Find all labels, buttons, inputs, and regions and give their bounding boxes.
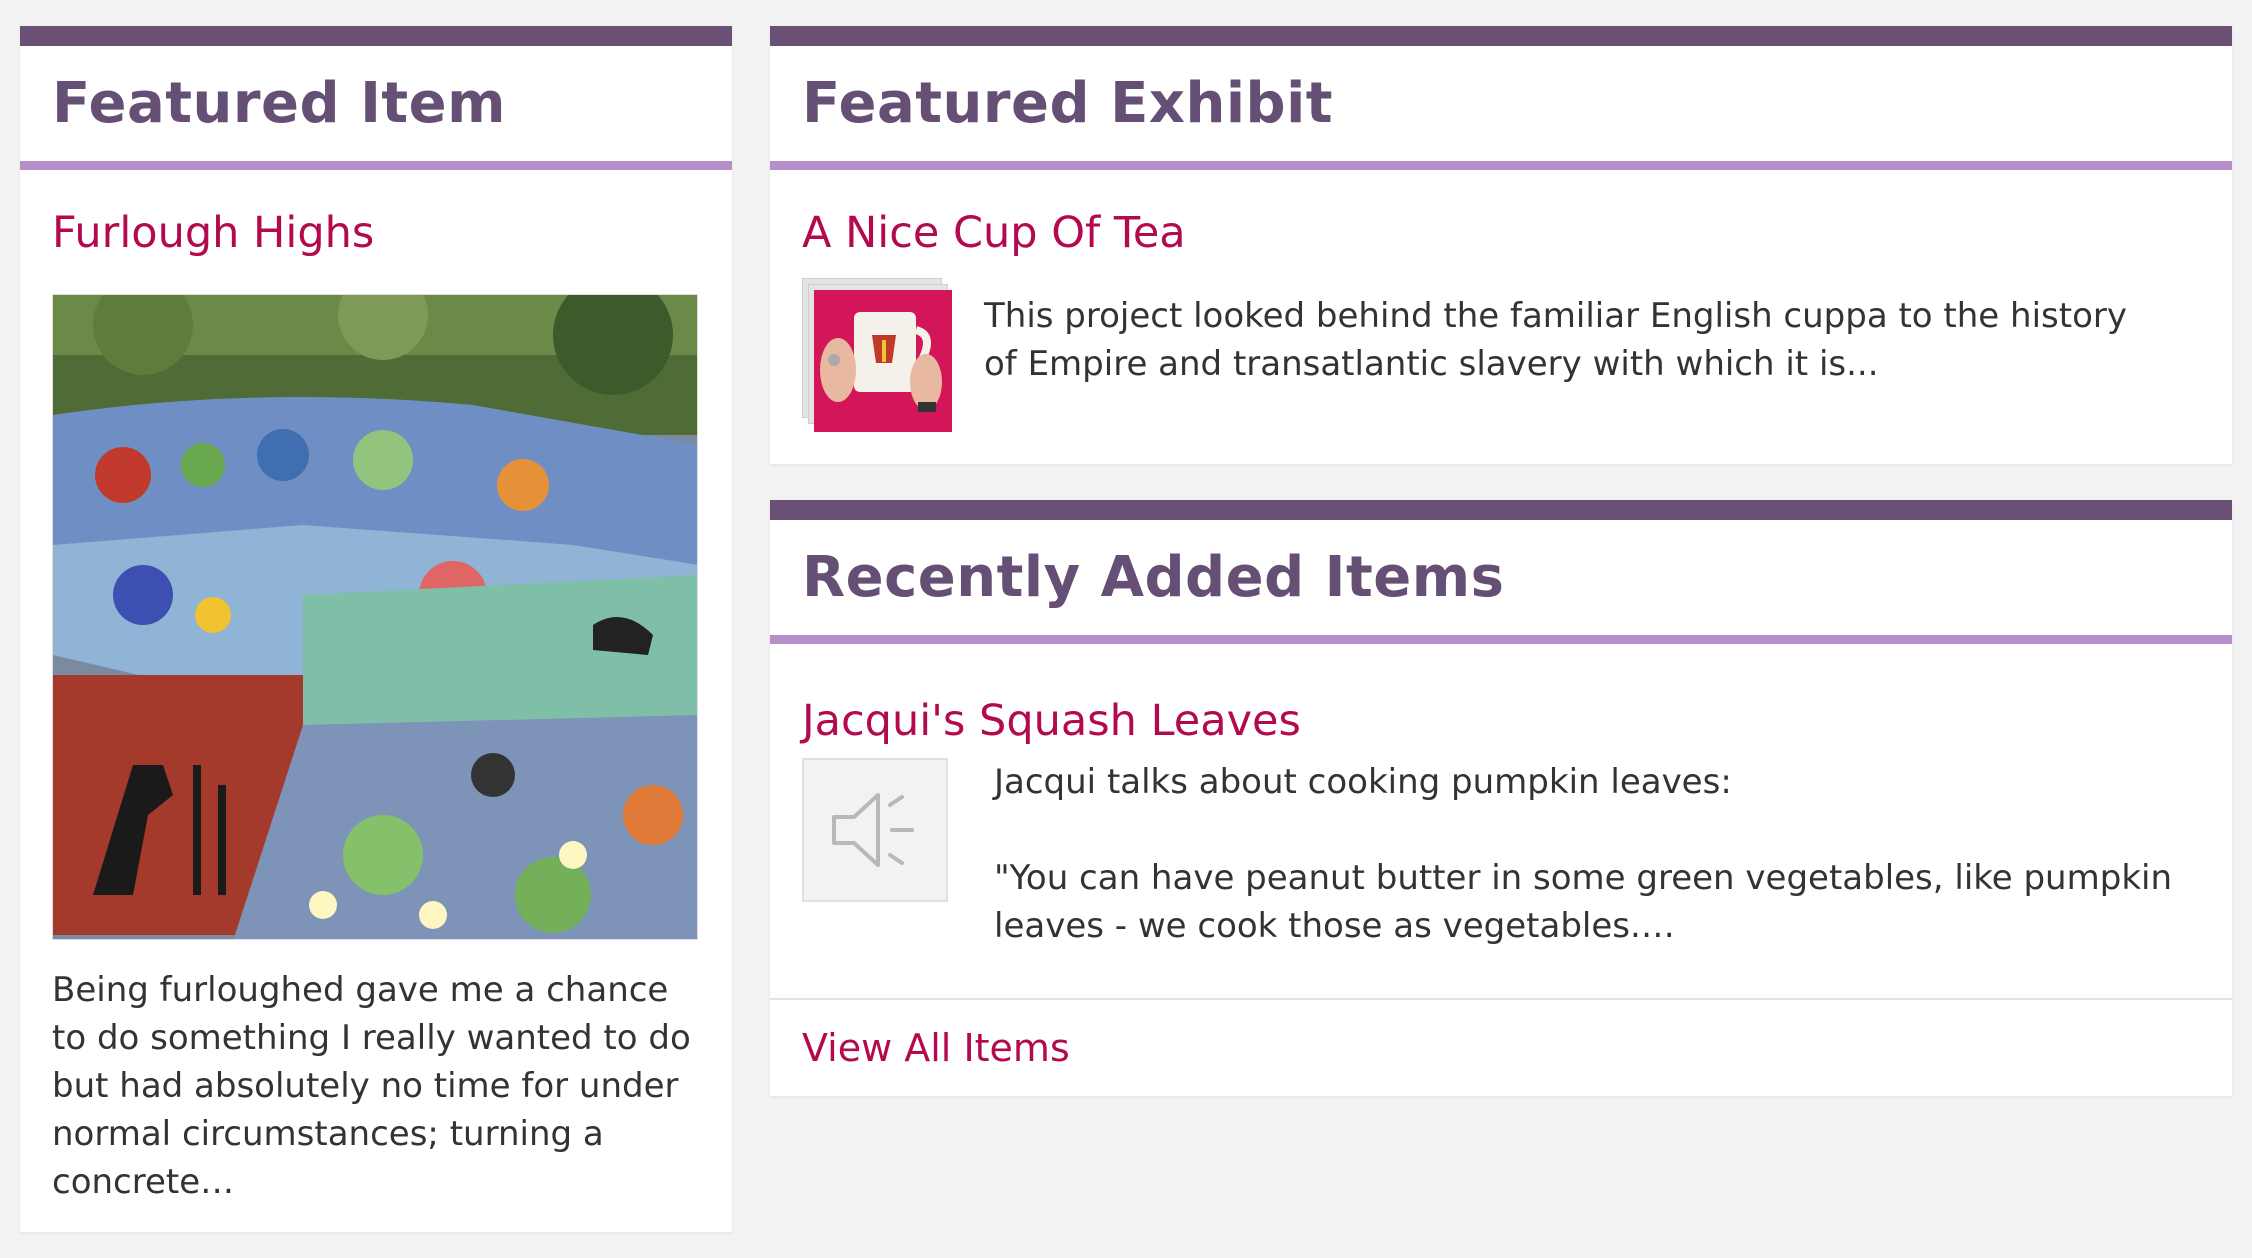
exhibit-thumbnail[interactable] [802,278,952,436]
featured-exhibit-description: This project looked behind the familiar … [984,296,2127,384]
teacup-image [814,290,952,432]
audio-thumbnail[interactable] [802,758,948,902]
featured-exhibit-card: Featured Exhibit A Nice Cup Of Tea This … [770,26,2232,464]
featured-item-image[interactable] [52,294,698,940]
speaker-icon [832,793,914,867]
card-divider [770,998,2232,1000]
recent-items-heading: Recently Added Items [802,545,1505,610]
featured-item-heading: Featured Item [52,71,507,136]
featured-exhibit-title-link[interactable]: A Nice Cup Of Tea [802,208,1186,258]
mosaic-bench-image [53,295,697,939]
recent-item-intro: Jacqui talks about cooking pumpkin leave… [994,762,1732,802]
featured-item-title-link[interactable]: Furlough Highs [52,208,374,258]
recent-items-header: Recently Added Items [770,520,2232,644]
featured-item-description: Being furloughed gave me a chance to do … [52,970,691,1202]
featured-exhibit-heading: Featured Exhibit [802,71,1334,136]
recent-item-quote: "You can have peanut butter in some gree… [994,858,2172,946]
featured-item-card: Featured Item Furlough Highs Being furlo… [20,26,732,1232]
view-all-items-link[interactable]: View All Items [802,1026,1070,1070]
recent-item-description: Jacqui talks about cooking pumpkin leave… [994,758,2194,950]
recent-item-title-link[interactable]: Jacqui's Squash Leaves [802,696,1301,746]
featured-item-header: Featured Item [20,46,732,170]
featured-exhibit-header: Featured Exhibit [770,46,2232,170]
recent-items-card: Recently Added Items Jacqui's Squash Lea… [770,500,2232,1096]
